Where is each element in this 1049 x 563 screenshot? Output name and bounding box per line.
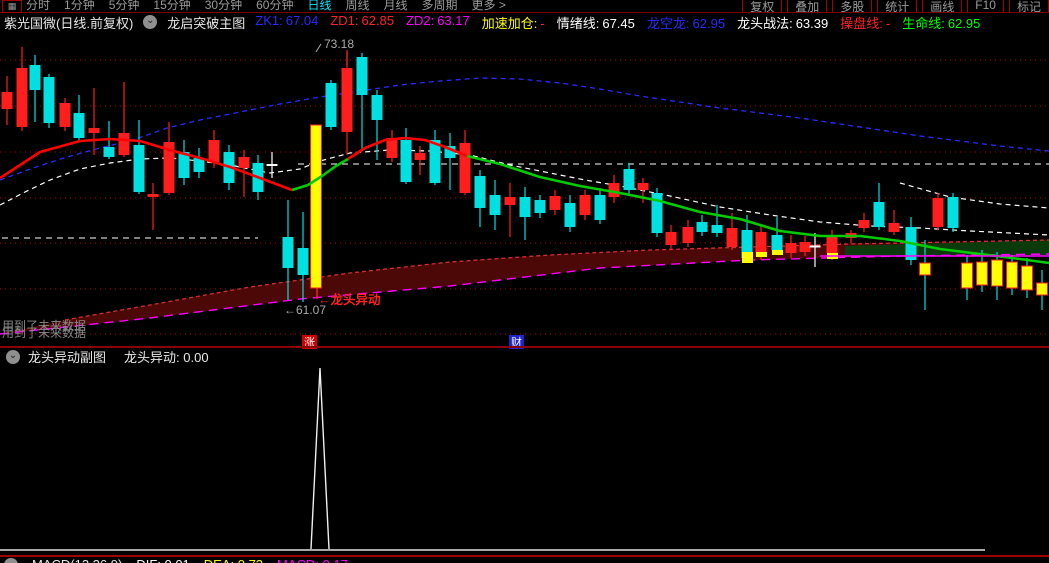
timeframe-tab[interactable]: 分时 (26, 0, 50, 12)
chevron-down-circle-icon[interactable]: ⌄ (6, 349, 20, 364)
timeframe-tab[interactable]: 周线 (345, 0, 369, 12)
stock-name: 紫光国微(日线.前复权) (4, 15, 134, 31)
timeframe-tab[interactable]: 多周期 (422, 0, 458, 12)
indicator-field: 龙头战法: 63.39 (737, 15, 829, 31)
toolbar-buttons: 复权 叠加 多股 统计 画线 F10 标记 (742, 0, 1049, 12)
timeframe-tab[interactable]: 日线 (307, 0, 331, 12)
toolbar-strip: 分时 1分钟 5分钟 15分钟 30分钟 60分钟 日线 周线 月线 多周期 更多 > 复权 叠加 多股… (26, 0, 1049, 12)
indicator-field: ZK1: 67.04 (255, 12, 319, 28)
layout-grid-icon[interactable]: ▦ (2, 0, 22, 13)
toolbar-button[interactable]: 画线 (922, 0, 963, 12)
macd-panel-header: ⌄ MACD(12,26,9) DIF: 0.01 DEA: 0.73 MACD: … (0, 557, 1049, 563)
chevron-down-circle-icon[interactable]: ⌄ (4, 557, 18, 563)
indicator-values: ZK1: 67.04 ZD1: 62.85 ZD2: 63.17 加速加仓: - 情绪线: 67.… (255, 13, 980, 32)
macd-values: DIF: 0.01 DEA: 0.73 MACD: 0.17 (136, 557, 348, 563)
sub-panel-value-number: 0.00 (183, 350, 209, 365)
indicator-field: 生命线: 62.95 (902, 15, 981, 31)
timeframe-tab[interactable]: 1分钟 (64, 0, 95, 12)
indicator-field: 情绪线: 67.45 (556, 15, 635, 31)
svg-text:73.18: 73.18 (324, 37, 354, 51)
indicator-header: 紫光国微(日线.前复权) ⌄ 龙启突破主图 ZK1: 67.04 ZD1: 62.85… (0, 13, 1049, 31)
sub-panel-title[interactable]: 龙头异动副图 (28, 347, 106, 366)
sub-panel-value: 龙头异动: 0.00 (124, 347, 209, 366)
indicator-field: ZD1: 62.85 (330, 12, 395, 28)
timeframe-tab[interactable]: 15分钟 (153, 0, 190, 12)
indicator-field: 操盘线: - (840, 15, 891, 31)
macd-field: DIF: 0.01 (136, 557, 189, 563)
toolbar-button[interactable]: 复权 (742, 0, 783, 12)
svg-text:用到了未来数据: 用到了未来数据 (2, 325, 86, 340)
indicator-field: 龙空龙: 62.95 (646, 15, 726, 31)
toolbar-button[interactable]: 叠加 (787, 0, 828, 12)
svg-text:←龙头异动: ←龙头异动 (318, 292, 381, 307)
macd-field: MACD: 0.17 (277, 557, 348, 563)
indicator-name[interactable]: 龙启突破主图 (167, 13, 245, 32)
timeframe-tabs: 分时 1分钟 5分钟 15分钟 30分钟 60分钟 日线 周线 月线 多周期 更多 > (26, 0, 506, 12)
app-window: 73.18 ←61.07 ←龙头异动 用到了未来数据 用到了未来数据涨财 ▦ 分时 1分钟… (0, 0, 1049, 563)
toolbar-button[interactable]: 统计 (877, 0, 918, 12)
macd-field: DEA: 0.73 (204, 557, 263, 563)
toolbar: ▦ 分时 1分钟 5分钟 15分钟 30分钟 60分钟 日线 周线 月线 多周期 更多 > 复权 叠加… (0, 0, 1049, 13)
toolbar-button[interactable]: 多股 (832, 0, 873, 12)
indicator-field: 加速加仓: - (481, 15, 545, 31)
chevron-down-circle-icon[interactable]: ⌄ (143, 15, 158, 29)
macd-title[interactable]: MACD(12,26,9) (32, 557, 122, 563)
indicator-field: ZD2: 63.17 (406, 12, 470, 28)
toolbar-button[interactable]: 标记 (1008, 0, 1049, 12)
timeframe-tab[interactable]: 月线 (384, 0, 408, 12)
timeframe-tab[interactable]: 60分钟 (256, 0, 293, 12)
timeframe-tab[interactable]: 更多 > (472, 0, 506, 12)
toolbar-button[interactable]: F10 (967, 0, 1004, 12)
timeframe-tab[interactable]: 5分钟 (109, 0, 140, 12)
timeframe-tab[interactable]: 30分钟 (205, 0, 242, 12)
main-chart-canvas[interactable]: 73.18←61.07←龙头异动用到了未来数据用到了未来数据涨财 (0, 0, 1049, 563)
sub-panel-value-label: 龙头异动: (124, 350, 180, 365)
sub-panel-header: ⌄ 龙头异动副图 龙头异动: 0.00 (0, 347, 209, 366)
